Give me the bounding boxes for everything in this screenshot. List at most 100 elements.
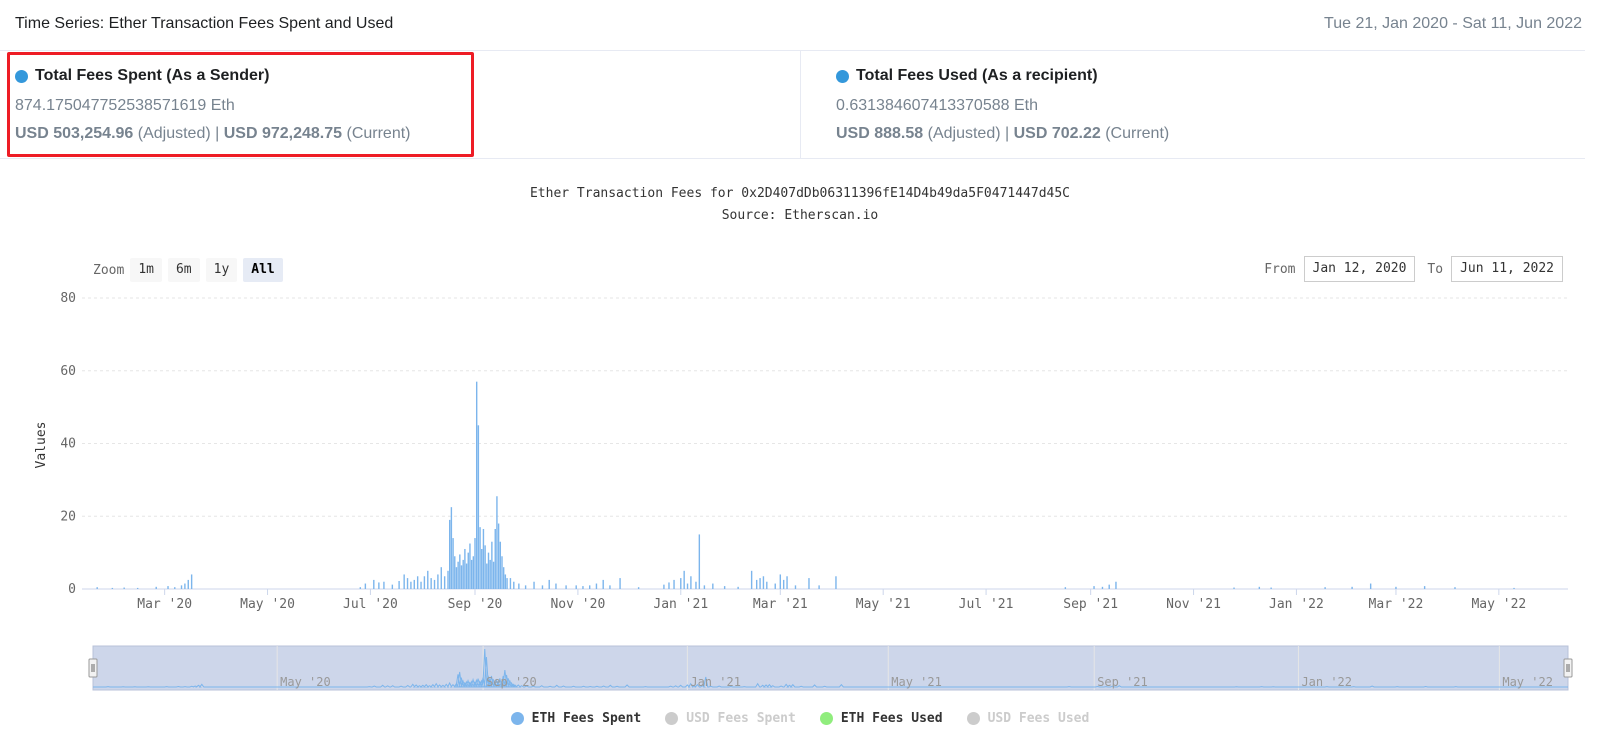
fee-bar <box>359 587 362 589</box>
legend-eth-fees-spent[interactable]: ETH Fees Spent <box>510 711 641 726</box>
x-tick-label: Mar '20 <box>137 597 192 612</box>
fee-bar <box>479 527 481 589</box>
legend-eth-fees-used[interactable]: ETH Fees Used <box>819 711 943 726</box>
fee-bar <box>420 581 422 589</box>
fee-bar <box>762 576 765 589</box>
legend-usd-fees-used-dot-icon <box>966 712 980 725</box>
fee-bar <box>794 585 797 589</box>
fees-used-dot-icon <box>836 69 849 83</box>
fee-bar <box>723 586 726 589</box>
fee-bar <box>452 538 454 589</box>
x-tick-label: Jan '22 <box>1269 597 1324 612</box>
fee-bar <box>457 561 459 589</box>
fees-used-panel: Total Fees Used (As a recipient) 0.63138… <box>801 50 1585 158</box>
fee-bar <box>683 570 685 589</box>
card-title: Time Series: Ether Transaction Fees Spen… <box>15 15 394 32</box>
fee-bar <box>174 587 176 589</box>
fee-bar <box>494 528 496 589</box>
fee-bar <box>475 381 478 589</box>
fee-bar <box>690 576 692 589</box>
fee-bar <box>818 585 820 589</box>
fee-bar <box>533 581 535 589</box>
fee-bar <box>673 579 675 589</box>
fee-bar <box>487 552 490 589</box>
fee-bar <box>484 545 486 589</box>
legend-usd-fees-used[interactable]: USD Fees Used <box>966 711 1090 726</box>
navigator-handle-body <box>1563 658 1573 678</box>
date-range: Tue 21, Jan 2020 - Sat 11, Jun 2022 <box>1324 15 1582 33</box>
fee-bar <box>582 586 584 589</box>
zoom-1y-button[interactable]: 1y <box>205 258 238 282</box>
fee-bar <box>1115 581 1117 589</box>
y-axis-ticks: 0 20 40 60 80 <box>60 291 76 597</box>
y-tick-label: 20 <box>60 509 76 524</box>
fee-bar <box>1101 586 1104 589</box>
x-tick-label: May '20 <box>240 597 295 612</box>
fees-used-usd-current: USD 702.22 <box>1013 125 1101 142</box>
to-date-input[interactable]: Jun 11, 2022 <box>1451 256 1563 282</box>
fees-used-heading: Total Fees Used (As a recipient) <box>836 67 1098 85</box>
navigator-right-handle[interactable] <box>1563 658 1573 678</box>
fee-bar <box>364 583 367 589</box>
x-tick-label: Jul '20 <box>343 597 398 612</box>
fee-bar <box>155 586 157 589</box>
navigator[interactable]: May '20 Sep '20 Jan '21 May '21 Sep '21 Jan '… <box>88 645 1573 691</box>
card-header: Time Series: Ether Transaction Fees Spen… <box>0 0 1585 51</box>
zoom-1m-button[interactable]: 1m <box>130 258 162 282</box>
legend-usd-fees-spent[interactable]: USD Fees Spent <box>665 711 796 726</box>
fee-bar <box>541 585 544 589</box>
fee-bar <box>467 552 469 589</box>
to-label: To <box>1427 261 1444 277</box>
grid-lines <box>82 297 1568 590</box>
x-tick-label: Sep '20 <box>448 597 503 612</box>
legend-eth-fees-spent-dot-icon <box>510 712 524 725</box>
chart-title: Ether Transaction Fees for 0x2D407dDb063… <box>529 186 1071 201</box>
zoom-controls: Zoom 1m 6m 1y All <box>93 258 289 282</box>
fee-bar <box>477 425 480 589</box>
fee-bar <box>1064 587 1067 589</box>
y-tick-label: 60 <box>60 364 76 379</box>
fee-bar <box>443 576 446 589</box>
fee-bar <box>698 534 701 589</box>
fee-bar <box>454 556 456 589</box>
fee-bar <box>1093 586 1095 589</box>
zoom-label: Zoom <box>93 262 125 278</box>
x-tick-label: Jul '21 <box>959 597 1014 612</box>
fee-bar <box>472 556 475 589</box>
fee-bar <box>486 563 488 589</box>
fee-bar <box>492 561 495 589</box>
from-label: From <box>1264 261 1296 277</box>
highlight-box <box>7 52 474 157</box>
x-tick-label: May '21 <box>856 597 911 612</box>
navigator-left-handle[interactable] <box>88 658 98 678</box>
fee-bar <box>835 576 837 589</box>
fee-bar <box>1258 586 1261 589</box>
fee-bar <box>378 582 380 589</box>
fee-bar <box>497 523 500 589</box>
fee-bar <box>469 543 471 589</box>
range-selector: From Jan 12, 2020 To Jun 11, 2022 <box>1252 256 1563 282</box>
y-tick-label: 0 <box>68 582 76 597</box>
fee-bar <box>695 581 697 589</box>
fee-bar <box>383 581 385 589</box>
fee-bar <box>779 574 782 589</box>
x-tick-label: Jan '21 <box>653 597 708 612</box>
legend-usd-fees-used-label: USD Fees Used <box>987 711 1090 726</box>
legend-eth-fees-used-label: ETH Fees Used <box>840 711 943 726</box>
zoom-6m-button[interactable]: 6m <box>167 258 200 282</box>
fee-bars <box>96 381 1515 589</box>
fee-bar <box>482 528 485 589</box>
navigator-tick-label: May '21 <box>891 675 942 689</box>
fee-bar <box>1108 584 1110 589</box>
navigator-tick-label: Sep '21 <box>1097 675 1148 689</box>
fee-bar <box>774 583 776 589</box>
fee-bar <box>470 559 473 589</box>
zoom-all-button[interactable]: All <box>243 258 283 282</box>
from-date-input[interactable]: Jan 12, 2020 <box>1303 256 1416 282</box>
fee-bar <box>501 556 503 589</box>
fee-bar <box>548 579 550 589</box>
fee-bar <box>595 583 598 589</box>
legend-usd-fees-spent-label: USD Fees Spent <box>686 711 796 726</box>
fee-bar <box>509 578 512 589</box>
fee-bar <box>437 574 439 589</box>
